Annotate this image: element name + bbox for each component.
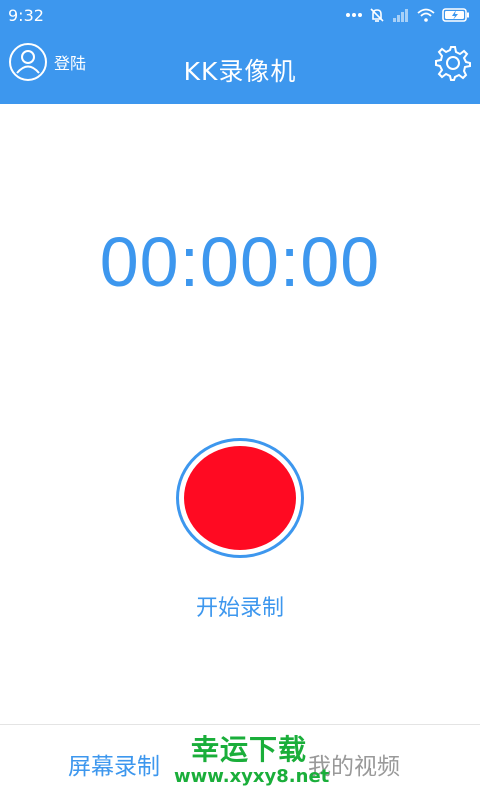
record-button[interactable] bbox=[176, 438, 304, 558]
tab-screen-record[interactable]: 屏幕录制 bbox=[68, 747, 160, 781]
gear-icon bbox=[435, 46, 471, 81]
alarm-off-icon bbox=[370, 8, 384, 22]
status-icons bbox=[346, 7, 470, 23]
more-dots-icon bbox=[346, 13, 362, 17]
record-label: 开始录制 bbox=[195, 596, 284, 621]
app-title: KK录像机 bbox=[183, 57, 297, 86]
wifi-icon bbox=[417, 8, 435, 22]
watermark-url: www.xyxy8.net bbox=[174, 766, 330, 787]
settings-button[interactable] bbox=[434, 44, 472, 86]
status-bar: 9:32 bbox=[0, 0, 480, 30]
status-time: 9:32 bbox=[8, 5, 44, 25]
record-dot-icon bbox=[184, 446, 296, 550]
watermark-title: 幸运下载 bbox=[190, 733, 307, 766]
watermark: 幸运下载 www.xyxy8.net bbox=[174, 733, 330, 788]
signal-icon bbox=[393, 9, 408, 22]
app-bar: 登陆 KK录像机 bbox=[0, 30, 480, 104]
battery-charging-icon bbox=[442, 8, 469, 22]
recording-timer: 00:00:00 bbox=[99, 223, 381, 301]
